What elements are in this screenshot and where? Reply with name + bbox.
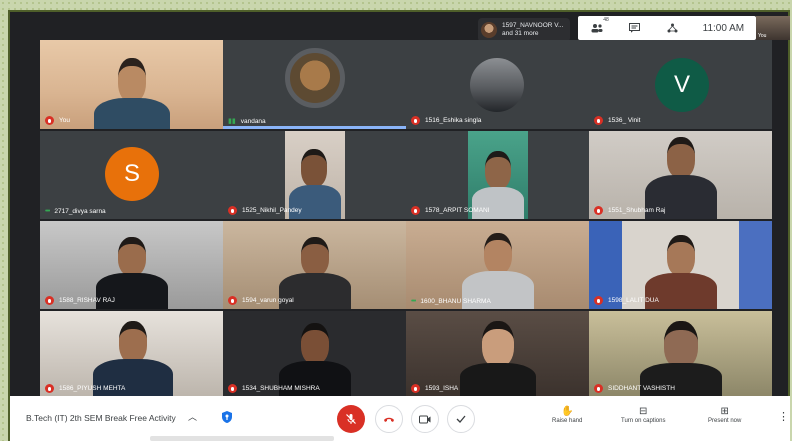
hang-up-icon bbox=[384, 417, 394, 422]
tile-name: 1525_Nikhil_Pandey bbox=[228, 206, 302, 215]
meeting-title[interactable]: B.Tech (IT) 2th SEM Break Free Activity bbox=[26, 413, 176, 423]
tile-name: 1593_ISHA bbox=[411, 384, 458, 393]
present-now-button[interactable]: ⊞ Present now bbox=[708, 406, 741, 424]
presenter-name: 1597_NAVNOOR V... bbox=[502, 22, 564, 29]
participant-tile[interactable]: 1525_Nikhil_Pandey bbox=[223, 131, 406, 219]
participant-tile[interactable]: 1588_RISHAV RAJ bbox=[40, 221, 223, 309]
participant-tile[interactable]: 1594_varun goyal bbox=[223, 221, 406, 309]
speaking-indicator bbox=[223, 126, 406, 129]
tile-name: 1578_ARPIT SOMANI bbox=[411, 206, 490, 215]
horizontal-scrollbar[interactable] bbox=[150, 436, 334, 441]
mic-off-icon bbox=[594, 116, 603, 125]
chevron-up-icon[interactable]: ︿ bbox=[188, 410, 197, 423]
activities-icon[interactable] bbox=[665, 21, 679, 35]
raise-hand-button[interactable]: ✋ Raise hand bbox=[552, 406, 582, 424]
hand-icon: ✋ bbox=[560, 406, 574, 417]
participant-video bbox=[92, 54, 172, 129]
tile-name: ▮▮ vandana bbox=[228, 117, 266, 126]
participant-tile[interactable]: ••• 1600_BHANU SHARMA bbox=[406, 221, 589, 309]
captions-icon: ⊟ bbox=[639, 406, 648, 417]
active-dots-icon: ••• bbox=[45, 208, 50, 215]
participant-video bbox=[458, 227, 538, 309]
participant-tile[interactable]: V 1536_ Vinit bbox=[589, 40, 772, 129]
mic-off-icon bbox=[228, 206, 237, 215]
raise-hand-label: Raise hand bbox=[552, 418, 583, 424]
tile-name: 1594_varun goyal bbox=[228, 296, 294, 305]
participant-avatar: V bbox=[655, 58, 709, 112]
tile-name: You bbox=[45, 116, 70, 125]
tile-name: 1536_ Vinit bbox=[594, 116, 640, 125]
mic-off-icon bbox=[45, 296, 54, 305]
camera-toggle-button[interactable] bbox=[411, 405, 439, 433]
tile-name: 1516_Eshika singla bbox=[411, 116, 481, 125]
participant-tile[interactable]: SIDDHANT VASHISTH bbox=[589, 311, 772, 397]
active-dots-icon: ••• bbox=[411, 298, 416, 305]
bottom-control-bar: B.Tech (IT) 2th SEM Break Free Activity … bbox=[10, 396, 790, 441]
captions-label: Turn on captions bbox=[621, 418, 666, 424]
participant-avatar bbox=[470, 58, 524, 112]
tile-name: ••• 2717_divya sarna bbox=[45, 208, 106, 215]
present-icon: ⊞ bbox=[720, 406, 729, 417]
participant-tile[interactable]: 1516_Eshika singla bbox=[406, 40, 589, 129]
tile-name: ••• 1600_BHANU SHARMA bbox=[411, 298, 491, 305]
mic-off-icon bbox=[411, 384, 420, 393]
self-view-label: You bbox=[758, 33, 767, 39]
presenter-avatar bbox=[481, 22, 497, 38]
mic-off-icon bbox=[228, 296, 237, 305]
more-options-icon[interactable]: ⋮ bbox=[778, 410, 789, 423]
mic-toggle-button[interactable] bbox=[337, 405, 365, 433]
participant-tile[interactable]: 1586_PIYUSH MEHTA bbox=[40, 311, 223, 397]
check-icon bbox=[456, 415, 466, 423]
participant-video bbox=[458, 317, 538, 397]
tile-name: 1588_RISHAV RAJ bbox=[45, 296, 115, 305]
participant-tile[interactable]: 1551_Shubham Raj bbox=[589, 131, 772, 219]
more-controls-button[interactable] bbox=[447, 405, 475, 433]
participant-tile[interactable]: You bbox=[40, 40, 223, 129]
participant-tile[interactable]: 1593_ISHA bbox=[406, 311, 589, 397]
participant-tile[interactable]: S ••• 2717_divya sarna bbox=[40, 131, 223, 219]
participant-tile[interactable]: 1598_LALIT DUA bbox=[589, 221, 772, 309]
speaking-icon: ▮▮ bbox=[228, 118, 236, 125]
participant-tile[interactable]: 1534_SHUBHAM MISHRA bbox=[223, 311, 406, 397]
people-icon[interactable]: 48 bbox=[590, 17, 609, 35]
tile-name: 1534_SHUBHAM MISHRA bbox=[228, 384, 320, 393]
mic-off-icon bbox=[346, 414, 356, 424]
captions-button[interactable]: ⊟ Turn on captions bbox=[621, 406, 665, 424]
camera-icon bbox=[419, 415, 431, 423]
participant-tile[interactable]: ▮▮ vandana bbox=[223, 40, 406, 129]
tile-name: SIDDHANT VASHISTH bbox=[594, 384, 675, 393]
tile-name: 1586_PIYUSH MEHTA bbox=[45, 384, 125, 393]
tile-name: 1598_LALIT DUA bbox=[594, 296, 659, 305]
presenter-chip[interactable]: 1597_NAVNOOR V... and 31 more bbox=[478, 18, 570, 42]
participant-avatar bbox=[285, 48, 345, 108]
presenter-more: and 31 more bbox=[502, 30, 539, 37]
shield-icon[interactable] bbox=[220, 410, 234, 424]
mic-off-icon bbox=[411, 116, 420, 125]
chat-icon[interactable] bbox=[627, 21, 641, 35]
mic-off-icon bbox=[411, 206, 420, 215]
top-toolbar: 48 11:00 AM bbox=[578, 16, 756, 40]
mic-off-icon bbox=[594, 384, 603, 393]
mic-off-icon bbox=[45, 116, 54, 125]
present-label: Present now bbox=[708, 418, 742, 424]
participants-count: 48 bbox=[603, 17, 609, 23]
self-view-thumbnail[interactable]: You bbox=[756, 16, 790, 40]
mic-off-icon bbox=[594, 296, 603, 305]
mic-off-icon bbox=[45, 384, 54, 393]
mic-off-icon bbox=[228, 384, 237, 393]
end-call-button[interactable] bbox=[375, 405, 403, 433]
participant-avatar: S bbox=[105, 147, 159, 201]
participant-tile[interactable]: 1578_ARPIT SOMANI bbox=[406, 131, 589, 219]
tile-name: 1551_Shubham Raj bbox=[594, 206, 665, 215]
clock-time: 11:00 AM bbox=[702, 22, 745, 34]
mic-off-icon bbox=[594, 206, 603, 215]
